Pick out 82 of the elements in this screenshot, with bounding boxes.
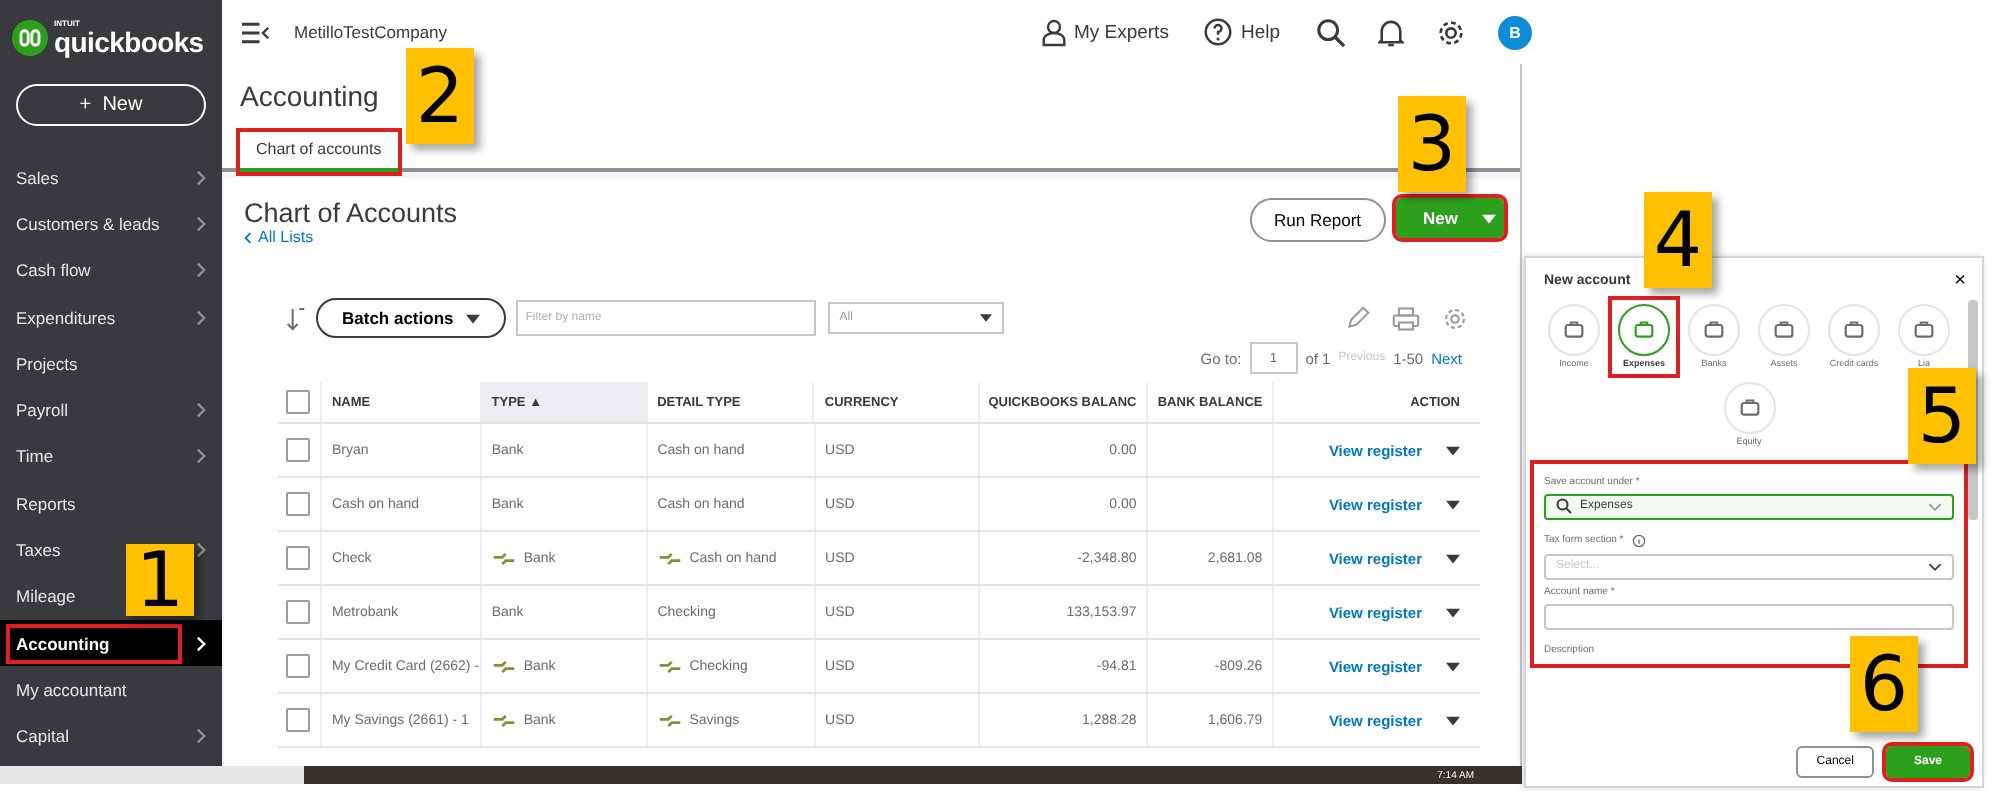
step-number-callout: 6 <box>1850 636 1918 732</box>
sidebar-item[interactable]: Expenditures <box>10 301 122 334</box>
logo-icon <box>12 20 48 56</box>
help-button[interactable]: Help <box>1204 18 1280 46</box>
chevron-icon <box>196 448 206 465</box>
step-number-callout: 1 <box>126 544 194 616</box>
batch-actions-button[interactable]: Batch actions <box>316 298 506 338</box>
account-type-icon <box>1564 320 1584 340</box>
link-icon <box>657 659 682 673</box>
chevron-icon <box>196 215 206 232</box>
sidebar-item[interactable]: Projects <box>10 347 84 380</box>
caret-icon <box>979 314 992 322</box>
menu-icon[interactable] <box>242 21 270 43</box>
chevron-icon <box>196 309 206 326</box>
checkbox[interactable] <box>286 600 311 624</box>
account-type-icon <box>1844 320 1864 340</box>
chevron-icon <box>1928 501 1942 512</box>
caret-icon[interactable] <box>1446 715 1460 725</box>
sidebar-item[interactable]: Taxes <box>10 534 67 567</box>
account-type-icon <box>1914 320 1934 340</box>
company-name: MetilloTestCompany <box>294 22 448 42</box>
checkbox[interactable] <box>286 492 311 516</box>
sort-icon[interactable] <box>286 305 306 331</box>
account-type-icon <box>1704 320 1724 340</box>
caret-icon[interactable] <box>1446 553 1460 563</box>
all-lists-link[interactable]: All Lists <box>258 228 314 246</box>
question-icon <box>1204 18 1233 46</box>
sidebar-item[interactable]: My accountant <box>10 673 133 706</box>
checkbox[interactable] <box>286 546 311 570</box>
sidebar-item[interactable]: Sales <box>10 161 65 194</box>
logo-wordmark: quickbooks <box>54 28 204 56</box>
checkbox[interactable] <box>286 438 311 462</box>
settings-icon[interactable] <box>1436 17 1466 47</box>
printer-icon[interactable] <box>1392 305 1420 331</box>
my-experts-button[interactable]: My Experts <box>1041 17 1169 47</box>
account-type-icon <box>1739 397 1759 418</box>
chevron-icon <box>196 728 206 745</box>
chevron-icon <box>196 635 206 652</box>
search-icon[interactable] <box>1316 17 1346 47</box>
step-number-callout: 3 <box>1398 96 1466 192</box>
chevron-icon <box>196 402 206 419</box>
step-number-callout: 2 <box>406 48 474 144</box>
run-report-button[interactable]: Run Report <box>1250 198 1386 242</box>
info-icon[interactable] <box>1631 533 1646 548</box>
account-type-icon <box>1634 320 1654 340</box>
tab[interactable]: Chart of accounts <box>240 132 398 172</box>
bell-icon[interactable] <box>1378 17 1404 47</box>
person-icon <box>1041 17 1066 47</box>
step-number-callout: 4 <box>1644 192 1712 288</box>
checkbox[interactable] <box>286 390 311 414</box>
avatar[interactable]: B <box>1498 15 1532 49</box>
sidebar-item[interactable]: Accounting <box>10 627 178 660</box>
sidebar-item[interactable]: Reports <box>10 487 82 520</box>
chevron-icon <box>244 231 252 243</box>
link-icon <box>657 551 682 565</box>
sidebar-item[interactable]: Capital <box>10 720 75 753</box>
checkbox[interactable] <box>286 654 311 678</box>
close-button[interactable]: × <box>1954 270 1966 292</box>
sidebar-item[interactable]: Mileage <box>10 580 82 613</box>
pencil-icon[interactable] <box>1346 306 1370 330</box>
checkbox[interactable] <box>286 708 311 732</box>
chevron-icon <box>1928 561 1942 572</box>
sidebar-item[interactable]: Payroll <box>10 394 74 427</box>
caret-icon[interactable] <box>1446 607 1460 617</box>
sidebar-item[interactable]: Customers & leads <box>10 207 166 240</box>
sidebar-item[interactable]: Cash flow <box>10 254 97 287</box>
search-icon <box>1556 498 1572 515</box>
caret-icon[interactable] <box>1446 499 1460 509</box>
card-title: Chart of Accounts <box>244 198 458 228</box>
chevron-icon <box>196 542 206 559</box>
caret-icon <box>465 313 480 323</box>
new-button[interactable]: + New <box>16 84 206 126</box>
sidebar-item[interactable]: Time <box>10 440 60 473</box>
chevron-icon <box>196 262 206 279</box>
account-type-icon <box>1774 320 1794 340</box>
step-number-callout: 5 <box>1908 368 1976 464</box>
account-name-field[interactable] <box>1544 603 1954 630</box>
caret-icon[interactable] <box>1446 445 1460 455</box>
caret-icon[interactable] <box>1446 661 1460 671</box>
chevron-icon <box>196 169 206 186</box>
caret-icon <box>1482 213 1496 223</box>
link-icon <box>657 713 682 727</box>
